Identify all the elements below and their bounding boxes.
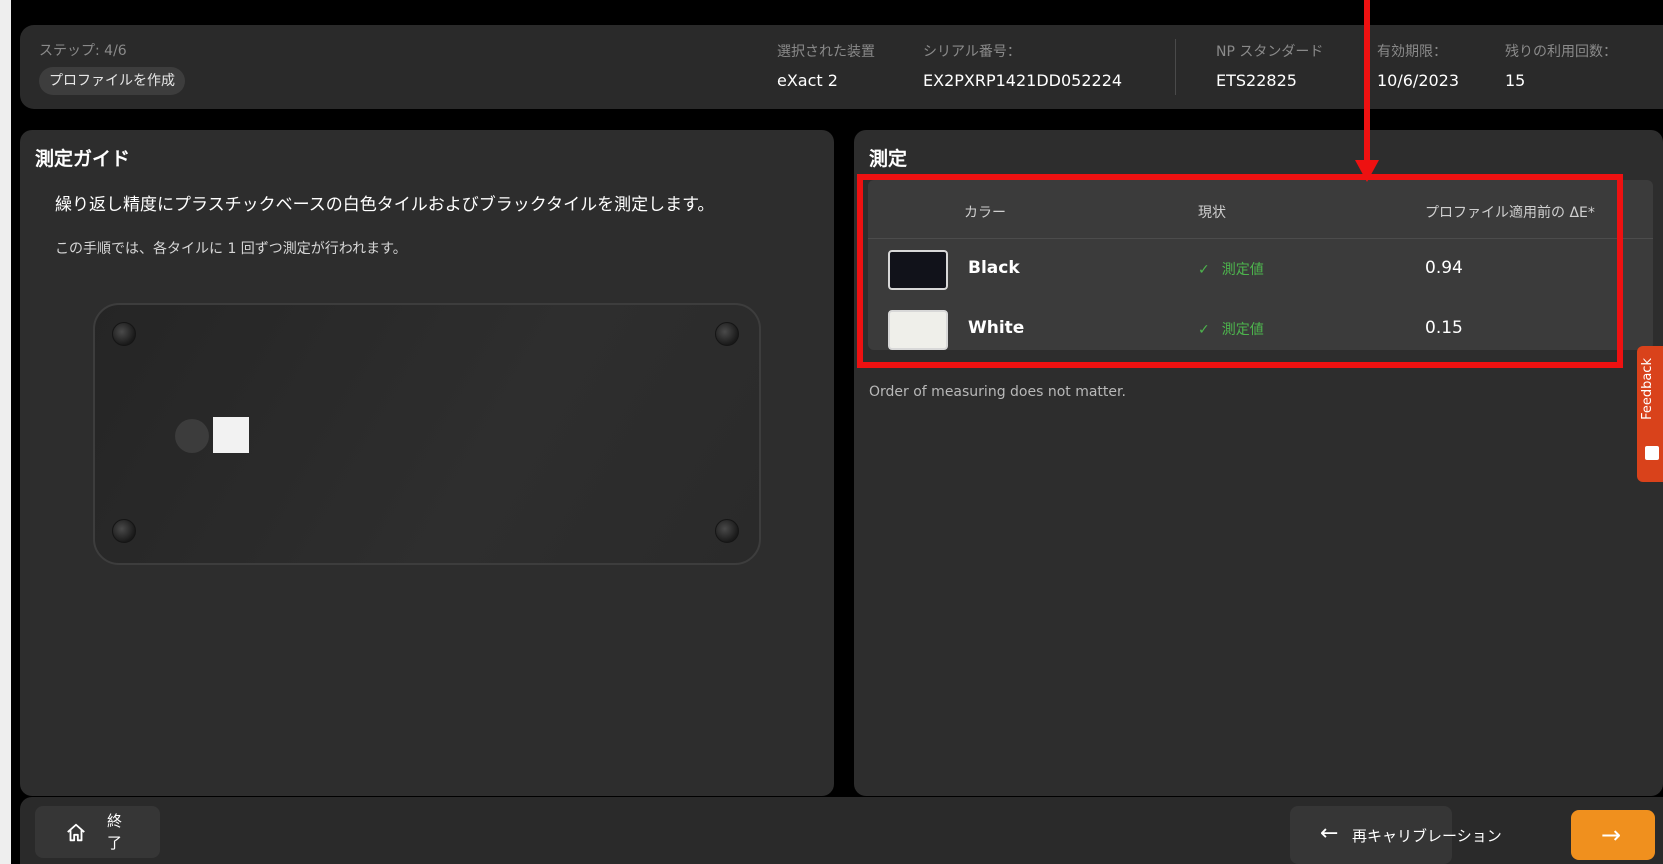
exit-button[interactable]: 終了 — [35, 806, 160, 858]
serial-label: シリアル番号： — [923, 44, 1021, 60]
tile-base-illustration — [93, 303, 761, 565]
np-standard: NP スタンダード ETS22825 — [1216, 41, 1323, 90]
screw-icon — [715, 322, 739, 346]
selected-device-label: 選択された装置 — [777, 44, 875, 60]
selected-device-value: eXact 2 — [777, 71, 838, 90]
measured-tile-dot — [175, 419, 209, 453]
home-icon — [67, 823, 85, 842]
feedback-icon — [1645, 446, 1659, 460]
feedback-tab[interactable]: Feedback — [1637, 346, 1663, 482]
exit-label: 終了 — [107, 812, 123, 852]
measurement-guide-panel: 測定ガイド 繰り返し精度にプラスチックベースの白色タイルおよびブラックタイルを測… — [20, 130, 834, 796]
recalibrate-label: 再キャリブレーション — [1352, 827, 1502, 845]
next-button[interactable]: → — [1571, 810, 1655, 860]
step-indicator: ステップ: 4/6 — [39, 43, 127, 59]
guide-subtext: この手順では、各タイルに 1 回ずつ測定が行われます。 — [55, 241, 407, 257]
selected-device: 選択された装置 eXact 2 — [777, 41, 875, 90]
remaining-label: 残りの利用回数： — [1505, 44, 1617, 60]
annotation-arrow-head — [1355, 160, 1379, 182]
profile-chip: プロファイルを作成 — [39, 67, 185, 95]
annotation-highlight-box — [857, 174, 1623, 368]
white-tile — [213, 417, 249, 453]
screw-icon — [112, 322, 136, 346]
standard-label: NP スタンダード — [1216, 44, 1324, 60]
screw-icon — [112, 519, 136, 543]
arrow-right-icon: → — [1601, 821, 1622, 849]
guide-title: 測定ガイド — [35, 148, 131, 170]
header-divider — [1175, 39, 1176, 95]
remaining-uses: 残りの利用回数： 15 — [1505, 41, 1617, 90]
serial-number: シリアル番号： EX2PXRP1421DD052224 — [923, 41, 1122, 90]
feedback-label: Feedback — [1640, 358, 1655, 420]
standard-value: ETS22825 — [1216, 71, 1297, 90]
annotation-arrow-line — [1364, 0, 1370, 164]
recalibrate-button[interactable]: ← 再キャリブレーション — [1290, 806, 1502, 864]
window-edge — [0, 0, 11, 864]
serial-value: EX2PXRP1421DD052224 — [923, 71, 1123, 90]
expiry-value: 10/6/2023 — [1377, 71, 1460, 90]
measurement-panel: 測定 カラー 現状 プロファイル適用前の ΔE* Black ✓ 測定値 0.94… — [854, 130, 1663, 796]
measurement-title: 測定 — [869, 148, 908, 170]
expiry-label: 有効期限： — [1377, 44, 1447, 60]
remaining-value: 15 — [1505, 71, 1526, 90]
header-bar: ステップ: 4/6 プロファイルを作成 選択された装置 eXact 2 シリアル… — [20, 25, 1663, 109]
arrow-left-icon: ← — [1320, 821, 1339, 846]
guide-instruction: 繰り返し精度にプラスチックベースの白色タイルおよびブラックタイルを測定します。 — [55, 195, 715, 215]
screw-icon — [715, 519, 739, 543]
order-note: Order of measuring does not matter. — [869, 384, 1126, 400]
expiry-date: 有効期限： 10/6/2023 — [1377, 41, 1459, 90]
